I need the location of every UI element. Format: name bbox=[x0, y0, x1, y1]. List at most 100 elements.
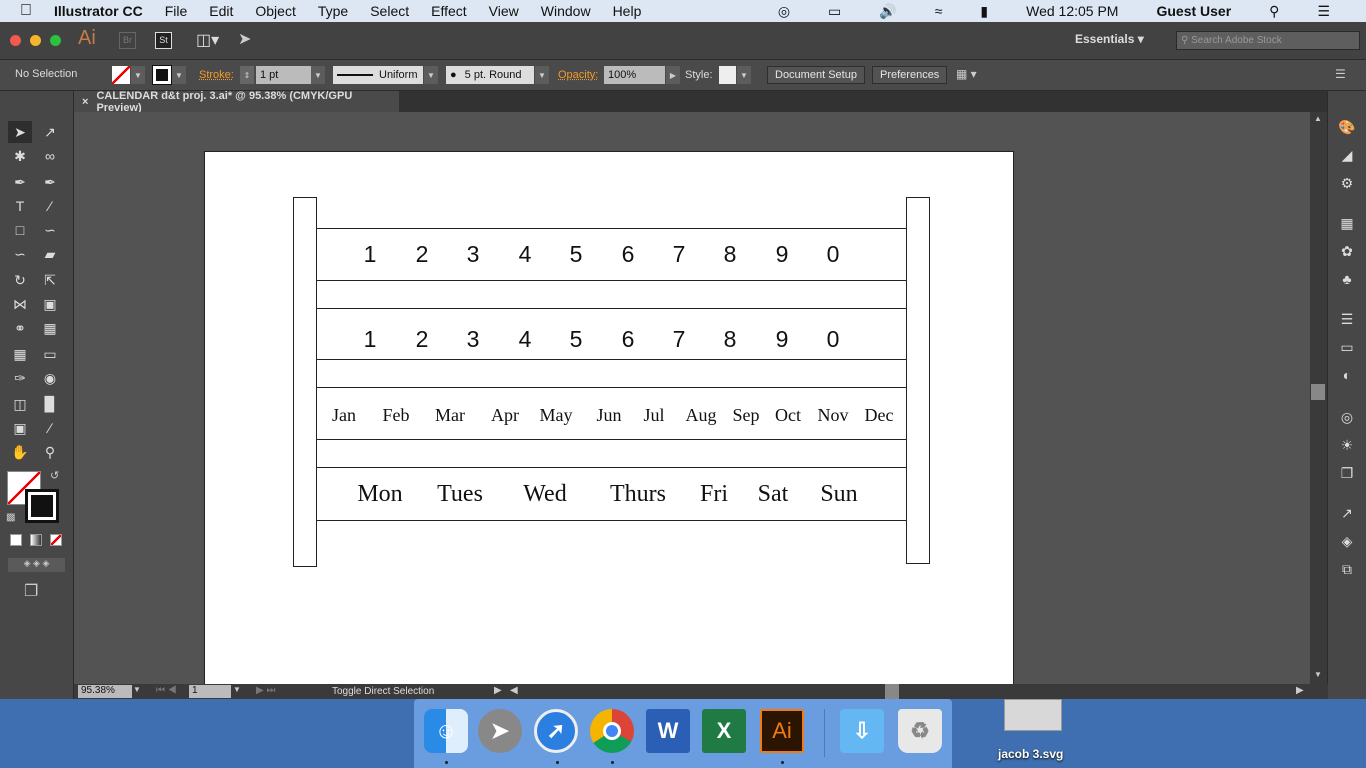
asset-export-icon[interactable]: ❐ bbox=[1338, 465, 1356, 483]
width-tool-icon[interactable]: ⋈ bbox=[8, 293, 32, 315]
gradient-mode-button[interactable] bbox=[30, 534, 42, 546]
stock-search-input[interactable]: ⚲ Search Adobe Stock bbox=[1176, 31, 1360, 50]
color-panel-icon[interactable]: 🎨 bbox=[1338, 119, 1356, 137]
stroke-label[interactable]: Stroke: bbox=[199, 69, 234, 81]
direct-selection-tool-icon[interactable]: ↗ bbox=[38, 121, 62, 143]
apple-icon[interactable]:  bbox=[20, 2, 32, 20]
status-menu-arrow[interactable]: ▶ bbox=[494, 685, 502, 696]
profile-dropdown[interactable]: ▼ bbox=[424, 66, 438, 84]
paintbrush-tool-icon[interactable]: ∽ bbox=[38, 219, 62, 241]
downloads-folder-icon[interactable]: ⇩ bbox=[840, 709, 884, 753]
stock-button[interactable]: St bbox=[155, 32, 172, 49]
appearance-icon[interactable]: ◎ bbox=[1338, 409, 1356, 427]
artboard-dropdown[interactable]: ▼ bbox=[233, 685, 241, 694]
desktop-file-label[interactable]: jacob 3.svg bbox=[998, 747, 1063, 761]
graphic-styles-icon[interactable]: ☀ bbox=[1338, 437, 1356, 455]
gradient-panel-icon[interactable]: ▭ bbox=[1338, 339, 1356, 357]
canvas-area[interactable] bbox=[74, 112, 1310, 684]
eraser-tool-icon[interactable]: ▰ bbox=[38, 243, 62, 265]
shape-builder-tool-icon[interactable]: ⚭ bbox=[8, 317, 32, 339]
export-icon[interactable]: ↗ bbox=[1338, 505, 1356, 523]
vertical-scroll-thumb[interactable] bbox=[1311, 384, 1325, 400]
selection-tool-icon[interactable]: ➤ bbox=[8, 121, 32, 143]
lasso-tool-icon[interactable]: ∞ bbox=[38, 145, 62, 167]
stroke-color-swatch[interactable] bbox=[25, 489, 59, 523]
brushes-icon[interactable]: ✿ bbox=[1338, 243, 1356, 261]
scale-tool-icon[interactable]: ⇱ bbox=[38, 269, 62, 291]
color-mode-button[interactable] bbox=[10, 534, 22, 546]
next-last-artboard-icon[interactable]: ▶ ⏭ bbox=[256, 685, 275, 696]
zoom-tool-icon[interactable]: ⚲ bbox=[38, 441, 62, 463]
document-tab[interactable]: × CALENDAR d&t proj. 3.ai* @ 95.38% (CMY… bbox=[74, 90, 399, 114]
menu-effect[interactable]: Effect bbox=[431, 3, 467, 19]
menu-app[interactable]: Illustrator CC bbox=[54, 3, 143, 19]
finder-icon[interactable]: ☺ bbox=[424, 709, 468, 753]
menu-select[interactable]: Select bbox=[370, 3, 409, 19]
none-mode-button[interactable] bbox=[50, 534, 62, 546]
zoom-window-button[interactable] bbox=[50, 35, 61, 46]
preferences-button[interactable]: Preferences bbox=[872, 66, 948, 84]
opacity-input[interactable]: 100% bbox=[604, 66, 665, 84]
close-tab-icon[interactable]: × bbox=[82, 96, 88, 108]
stroke-swatch-dropdown[interactable]: ▼ bbox=[172, 66, 186, 84]
creative-cloud-icon[interactable]: ◎ bbox=[778, 3, 790, 20]
variable-width-profile[interactable]: Uniform bbox=[333, 66, 423, 84]
minimize-window-button[interactable] bbox=[30, 35, 41, 46]
color-guide-icon[interactable]: ◢ bbox=[1338, 147, 1356, 165]
illustrator-dock-icon[interactable]: Ai bbox=[760, 709, 804, 753]
pen-tool-icon[interactable]: ✒ bbox=[8, 171, 32, 193]
menu-view[interactable]: View bbox=[489, 3, 519, 19]
eyedropper-tool-icon[interactable]: ✑ bbox=[8, 367, 32, 389]
artboards-panel-icon[interactable]: ⧉ bbox=[1338, 561, 1356, 579]
clock[interactable]: Wed 12:05 PM bbox=[1026, 3, 1118, 19]
calendar-left-post[interactable] bbox=[293, 197, 317, 567]
zoom-dropdown[interactable]: ▼ bbox=[133, 685, 141, 694]
fill-dropdown[interactable]: ▼ bbox=[131, 66, 145, 84]
symbol-sprayer-tool-icon[interactable]: ◫ bbox=[8, 393, 32, 415]
artboard-tool-icon[interactable]: ▣ bbox=[8, 417, 32, 439]
line-tool-icon[interactable]: ∕ bbox=[38, 195, 62, 217]
brush-definition[interactable]: ● 5 pt. Round bbox=[446, 66, 534, 84]
stroke-panel-icon[interactable]: ☰ bbox=[1338, 311, 1356, 329]
user-menu[interactable]: Guest User bbox=[1156, 3, 1231, 19]
document-setup-button[interactable]: Document Setup bbox=[767, 66, 865, 84]
shaper-tool-icon[interactable]: ∽ bbox=[8, 243, 32, 265]
column-graph-tool-icon[interactable]: ▉ bbox=[38, 393, 62, 415]
stroke-stepper[interactable]: ⇕ bbox=[240, 66, 254, 84]
brush-dropdown[interactable]: ▼ bbox=[535, 66, 549, 84]
fill-swatch[interactable] bbox=[112, 66, 130, 84]
trash-icon[interactable]: ♻ bbox=[898, 709, 942, 753]
opacity-slider-button[interactable]: ▶ bbox=[666, 66, 680, 84]
workspace-switcher[interactable]: Essentials ▾ bbox=[1075, 32, 1144, 46]
close-window-button[interactable] bbox=[10, 35, 21, 46]
svg-file-thumbnail[interactable] bbox=[1004, 699, 1062, 731]
layers-icon[interactable]: ◈ bbox=[1338, 533, 1356, 551]
airplay-icon[interactable]: ▭ bbox=[828, 3, 841, 20]
menu-window[interactable]: Window bbox=[541, 3, 591, 19]
blend-tool-icon[interactable]: ◉ bbox=[38, 367, 62, 389]
swatches-icon[interactable]: ▦ bbox=[1338, 215, 1356, 233]
curvature-tool-icon[interactable]: ✒ bbox=[38, 171, 62, 193]
spotlight-icon[interactable]: ⚲ bbox=[1269, 3, 1279, 20]
first-prev-artboard-icon[interactable]: ⏮ ◀ bbox=[156, 685, 177, 696]
calendar-right-post[interactable] bbox=[906, 197, 930, 564]
scroll-left-arrow[interactable]: ◀ bbox=[510, 685, 518, 696]
launchpad-icon[interactable]: ➤ bbox=[478, 709, 522, 753]
safari-icon[interactable]: ➚ bbox=[534, 709, 578, 753]
screen-mode-icon[interactable]: ❐ bbox=[24, 581, 38, 601]
artboard-number-input[interactable]: 1 bbox=[189, 685, 231, 698]
magic-wand-tool-icon[interactable]: ✱ bbox=[8, 145, 32, 167]
menu-object[interactable]: Object bbox=[255, 3, 295, 19]
horizontal-scroll-thumb[interactable] bbox=[885, 684, 899, 699]
menu-file[interactable]: File bbox=[165, 3, 188, 19]
slice-tool-icon[interactable]: ∕ bbox=[38, 417, 62, 439]
battery-icon[interactable]: ▮ bbox=[980, 3, 988, 20]
style-swatch[interactable] bbox=[719, 66, 736, 84]
perspective-grid-tool-icon[interactable]: ▦ bbox=[38, 317, 62, 339]
recolor-icon[interactable]: ⚙ bbox=[1338, 175, 1356, 193]
vertical-scrollbar[interactable]: ▲ ▼ bbox=[1310, 112, 1327, 684]
free-transform-tool-icon[interactable]: ▣ bbox=[38, 293, 62, 315]
transparency-icon[interactable]: ◐ bbox=[1338, 367, 1356, 385]
stroke-weight-dropdown[interactable]: ▼ bbox=[311, 66, 325, 84]
notification-icon[interactable]: ☰ bbox=[1317, 3, 1330, 20]
